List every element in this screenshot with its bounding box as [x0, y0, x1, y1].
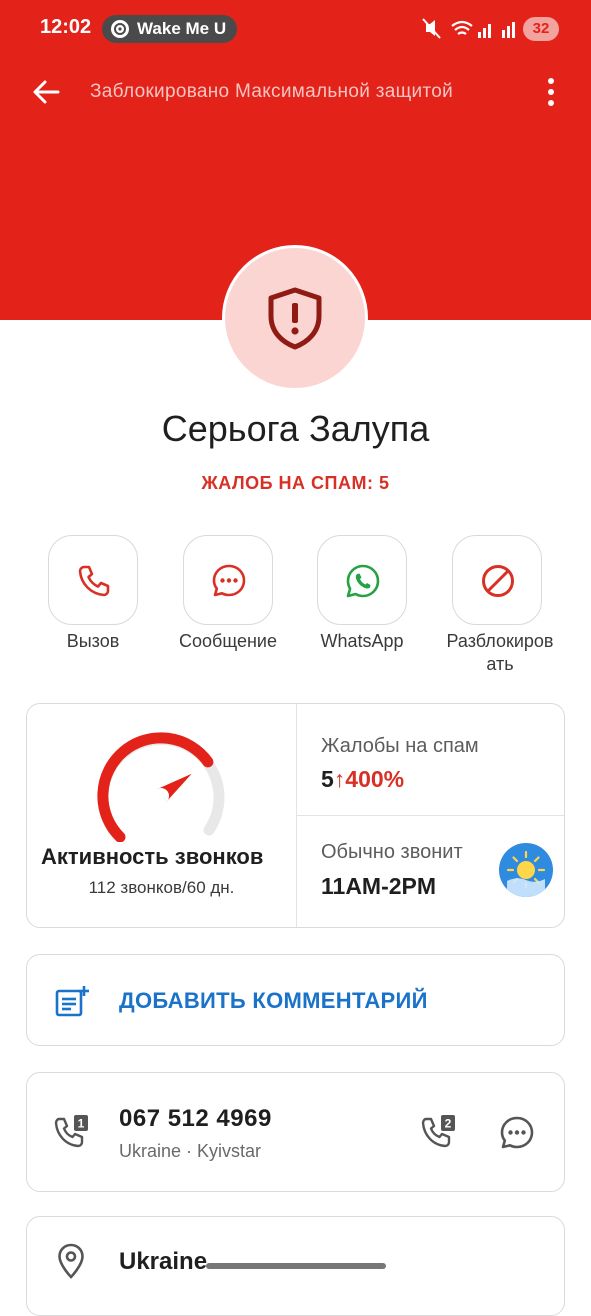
whatsapp-icon — [346, 564, 380, 598]
add-comment-button[interactable]: ДОБАВИТЬ КОММЕНТАРИЙ — [26, 954, 565, 1046]
message-button[interactable] — [183, 535, 273, 625]
unblock-button[interactable] — [452, 535, 542, 625]
phone-number-card[interactable]: 1 067 512 4969 Ukraine · Kyivstar 2 — [26, 1072, 565, 1192]
call-sim2-icon[interactable]: 2 — [420, 1113, 458, 1153]
spam-change-value: 400% — [345, 766, 405, 792]
call-activity-subtitle: 112 звонков/60 дн. — [88, 878, 235, 897]
alarm-app-icon — [111, 20, 129, 38]
spam-reports-title: Жалобы на спам — [321, 735, 479, 757]
phone-number[interactable]: 067 512 4969 — [119, 1105, 272, 1133]
whatsapp-button[interactable] — [317, 535, 407, 625]
more-options-icon[interactable] — [538, 76, 564, 108]
status-icons — [422, 18, 515, 39]
svg-text:1: 1 — [78, 1117, 85, 1131]
mute-icon — [422, 18, 441, 39]
unblock-label: Разблокиров ать — [430, 630, 570, 676]
notification-text: Wake Me U — [137, 19, 227, 38]
message-icon[interactable] — [499, 1115, 535, 1151]
message-icon — [212, 564, 246, 597]
spam-reports-value: 5↑400% — [321, 766, 404, 793]
page-title: Заблокировано Максимальной защитой — [90, 81, 453, 102]
add-comment-label: ДОБАВИТЬ КОММЕНТАРИЙ — [119, 988, 428, 1013]
location-label: Ukraine — [119, 1248, 208, 1275]
contact-name: Серьога Залупа — [161, 408, 430, 449]
avatar — [222, 245, 368, 391]
unblock-label-line1: Разблокиров — [446, 631, 554, 651]
call-label: Вызов — [66, 631, 120, 651]
gauge-needle — [156, 773, 192, 803]
daytime-sun-icon — [499, 843, 553, 897]
phone-icon — [78, 565, 110, 597]
shield-warning-icon — [268, 287, 322, 350]
status-bar: 12:02 Wake Me U 32 — [0, 0, 591, 58]
unblock-label-line2: ать — [486, 654, 514, 674]
back-arrow-icon[interactable] — [30, 76, 62, 108]
call-activity-title: Активность звонков — [41, 844, 264, 869]
svg-text:2: 2 — [445, 1117, 452, 1131]
home-gesture-bar[interactable] — [206, 1263, 386, 1269]
divider — [297, 815, 564, 816]
usual-call-time-title: Обычно звонит — [321, 841, 463, 863]
battery-indicator: 32 — [523, 17, 559, 41]
status-time: 12:02 — [40, 16, 92, 38]
phone-operator: Ukraine · Kyivstar — [119, 1141, 262, 1161]
stats-card: Активность звонков 112 звонков/60 дн. Жа… — [26, 703, 565, 928]
spam-count-value: 5 — [321, 766, 334, 792]
block-icon — [482, 565, 514, 597]
usual-call-time-value: 11AM-2PM — [321, 873, 437, 899]
call-sim1-icon[interactable]: 1 — [53, 1113, 91, 1153]
message-label: Сообщение — [179, 631, 277, 651]
call-activity-gauge — [97, 732, 225, 842]
ongoing-notification-chip[interactable]: Wake Me U — [102, 15, 237, 43]
signal-icon — [478, 22, 515, 38]
spam-report-count: ЖАЛОБ НА СПАМ: 5 — [201, 473, 390, 493]
whatsapp-label: WhatsApp — [320, 631, 404, 651]
wifi-icon — [451, 20, 473, 35]
call-button[interactable] — [48, 535, 138, 625]
arrow-up-icon: ↑ — [333, 766, 346, 792]
location-pin-icon — [58, 1243, 84, 1279]
add-note-icon — [55, 986, 89, 1017]
gauge-fill — [97, 732, 214, 842]
